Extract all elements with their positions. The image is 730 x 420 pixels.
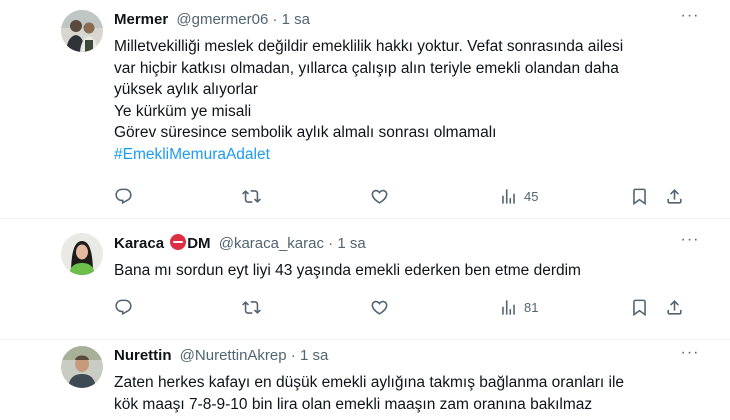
tweet-header: Nurettin @NurettinAkrep · 1 sa bbox=[114, 346, 690, 366]
views-button[interactable]: 45 bbox=[499, 185, 538, 207]
reply-icon bbox=[115, 188, 132, 204]
tweet[interactable]: Nurettin @NurettinAkrep · 1 sa ··· Zaten… bbox=[0, 340, 730, 420]
tweet-text-line: yüksek aylık alıyorlar bbox=[114, 81, 258, 98]
display-name[interactable]: Mermer bbox=[114, 11, 168, 28]
more-icon[interactable]: ··· bbox=[680, 8, 700, 29]
views-count: 81 bbox=[524, 299, 539, 315]
share-button[interactable] bbox=[665, 185, 684, 207]
action-bar: 81 bbox=[114, 296, 694, 318]
share-icon bbox=[667, 188, 682, 204]
tweet-text-line: Görev süresince sembolik aylık almalı so… bbox=[114, 124, 497, 141]
views-icon bbox=[502, 188, 515, 204]
user-handle[interactable]: @karaca_karac bbox=[219, 235, 324, 252]
tweet[interactable]: Mermer @gmermer06 · 1 sa ··· Milletvekil… bbox=[0, 0, 730, 219]
like-button[interactable] bbox=[370, 296, 389, 318]
tweet-text-line: Zaten herkes kafayı en düşük emekli aylı… bbox=[114, 374, 625, 391]
bookmark-button[interactable] bbox=[630, 296, 649, 318]
like-icon bbox=[371, 189, 388, 204]
user-handle[interactable]: @NurettinAkrep bbox=[180, 347, 287, 364]
tweet-text-line: var hiçbir katkısı olmadan, yıllarca çal… bbox=[114, 59, 619, 77]
timestamp[interactable]: 1 sa bbox=[337, 235, 365, 252]
avatar[interactable] bbox=[61, 10, 103, 52]
like-button[interactable] bbox=[370, 185, 389, 207]
user-handle[interactable]: @gmermer06 bbox=[176, 11, 268, 28]
share-button[interactable] bbox=[665, 296, 684, 318]
no-entry-icon bbox=[170, 234, 187, 250]
display-name-text: Karaca bbox=[114, 235, 165, 252]
share-icon bbox=[667, 299, 682, 315]
tweet-text-line: Ye kürküm ye misali bbox=[114, 102, 252, 120]
tweet[interactable]: Karaca DM @karaca_karac · 1 sa ··· Bana … bbox=[0, 219, 730, 340]
retweet-icon bbox=[242, 300, 261, 314]
tweet-text: Bana mı sordun eyt liyi 43 yaşında emekl… bbox=[114, 260, 714, 282]
separator: · bbox=[290, 347, 296, 364]
tweet-text-line: Bana mı sordun eyt liyi 43 yaşında emekl… bbox=[114, 262, 581, 279]
views-icon bbox=[502, 299, 515, 315]
tweet-text: Zaten herkes kafayı en düşük emekli aylı… bbox=[114, 372, 714, 415]
more-icon[interactable]: ··· bbox=[680, 232, 700, 253]
like-icon bbox=[371, 300, 388, 315]
retweet-button[interactable] bbox=[242, 296, 261, 318]
tweet-text-line: Milletvekilliği meslek değildir emeklili… bbox=[114, 38, 624, 55]
retweet-icon bbox=[242, 189, 261, 203]
reply-icon bbox=[115, 299, 132, 315]
separator: · bbox=[328, 235, 334, 252]
tweet-header: Mermer @gmermer06 · 1 sa bbox=[114, 10, 690, 30]
hashtag-link[interactable]: #EmekliMemuraAdalet bbox=[114, 144, 714, 166]
avatar[interactable] bbox=[61, 346, 103, 388]
views-button[interactable]: 81 bbox=[499, 296, 538, 318]
reply-button[interactable] bbox=[114, 185, 133, 207]
display-name[interactable]: Nurettin bbox=[114, 347, 172, 364]
more-icon[interactable]: ··· bbox=[680, 345, 700, 366]
display-name-suffix: DM bbox=[187, 235, 211, 252]
tweet-text-line: kök maaşı 7-8-9-10 bin lira olan emekli … bbox=[114, 395, 593, 413]
bookmark-button[interactable] bbox=[630, 185, 649, 207]
avatar[interactable] bbox=[61, 233, 103, 275]
display-name[interactable]: Karaca DM bbox=[114, 234, 211, 252]
tweet-text: Milletvekilliği meslek değildir emeklili… bbox=[114, 36, 714, 165]
bookmark-icon bbox=[633, 299, 646, 316]
action-bar: 45 bbox=[114, 185, 694, 207]
reply-button[interactable] bbox=[114, 296, 133, 318]
bookmark-icon bbox=[633, 188, 646, 205]
tweet-header: Karaca DM @karaca_karac · 1 sa bbox=[114, 234, 690, 254]
timestamp[interactable]: 1 sa bbox=[282, 11, 310, 28]
separator: · bbox=[272, 11, 278, 28]
retweet-button[interactable] bbox=[242, 185, 261, 207]
timestamp[interactable]: 1 sa bbox=[300, 347, 328, 364]
views-count: 45 bbox=[524, 188, 539, 204]
